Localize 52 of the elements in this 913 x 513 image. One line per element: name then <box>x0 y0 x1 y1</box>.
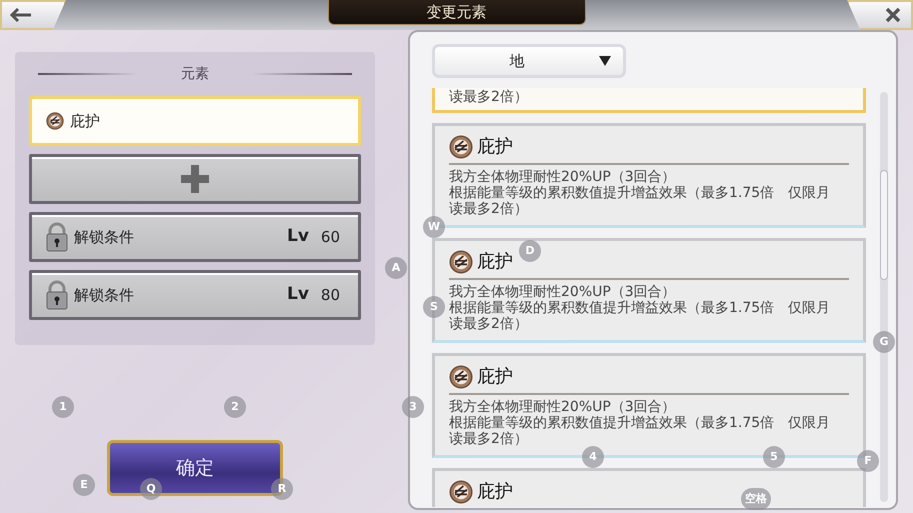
effect-description: 读最多2倍） <box>449 88 529 106</box>
effect-description: 我方全体物理耐性20%UP（3回合） 根据能量等级的累积数值提升增益效果（最多1.75倍 仅限月读最多2倍） <box>449 399 832 447</box>
key-hint-badge: G <box>873 331 895 353</box>
locked-slot[interactable]: 解锁条件 Lv 60 <box>29 212 361 262</box>
element-slot[interactable]: 庇护 <box>29 96 361 146</box>
key-hint-badge: W <box>423 216 445 238</box>
padlock-icon <box>46 222 68 252</box>
level-label: Lv <box>286 283 309 306</box>
element-emblem-icon <box>449 250 473 274</box>
effect-description: 我方全体物理耐性20%UP（3回合） 根据能量等级的累积数值提升增益效果（最多1.75倍 仅限月读最多2倍） <box>449 169 832 217</box>
padlock-icon <box>46 280 68 310</box>
key-hint-badge: 5 <box>763 446 785 468</box>
effect-name: 庇护 <box>477 135 513 159</box>
close-icon <box>885 7 901 23</box>
panel-heading: 元素 <box>180 64 210 84</box>
effect-name: 庇护 <box>477 480 513 504</box>
back-button[interactable] <box>0 0 66 30</box>
key-hint-badge: A <box>385 257 407 279</box>
locked-slot[interactable]: 解锁条件 Lv 80 <box>29 270 361 320</box>
key-hint-badge: F <box>857 450 879 472</box>
key-hint-badge: R <box>271 478 293 500</box>
key-hint-badge: 3 <box>402 396 424 418</box>
level-label: Lv <box>286 225 309 248</box>
key-hint-badge: S <box>423 296 445 318</box>
key-hint-badge: E <box>73 474 95 496</box>
element-emblem-icon <box>449 364 473 388</box>
caret-icon <box>599 56 611 66</box>
element-emblem-icon <box>46 112 64 130</box>
key-hint-badge: D <box>519 240 541 262</box>
key-hint-badge: 4 <box>582 446 604 468</box>
effect-name: 庇护 <box>477 365 513 389</box>
unlock-condition-label: 解锁条件 <box>74 284 134 306</box>
unlock-condition-label: 解锁条件 <box>74 226 134 248</box>
required-level: 80 <box>320 284 340 306</box>
close-button[interactable] <box>847 0 913 30</box>
effect-card[interactable]: 读最多2倍） <box>432 88 866 113</box>
key-hint-badge: 1 <box>52 396 74 418</box>
screen-title: 变更元素 <box>328 0 586 25</box>
element-emblem-icon <box>449 480 473 504</box>
add-slot-button[interactable] <box>29 154 361 204</box>
key-hint-badge: 2 <box>224 396 246 418</box>
element-name: 庇护 <box>70 110 100 132</box>
effect-name: 庇护 <box>477 250 513 274</box>
key-hint-badge: Q <box>140 478 162 500</box>
required-level: 60 <box>320 226 340 248</box>
effect-description: 我方全体物理耐性20%UP（3回合） 根据能量等级的累积数值提升增益效果（最多1.75倍 仅限月读最多2倍） <box>449 284 832 332</box>
plus-icon <box>181 165 209 193</box>
back-arrow-icon <box>10 8 32 22</box>
key-hint-badge: 空格 <box>741 488 771 510</box>
element-emblem-icon <box>449 134 473 158</box>
filter-dropdown[interactable]: 地 <box>432 44 626 78</box>
scrollbar[interactable] <box>880 92 888 502</box>
